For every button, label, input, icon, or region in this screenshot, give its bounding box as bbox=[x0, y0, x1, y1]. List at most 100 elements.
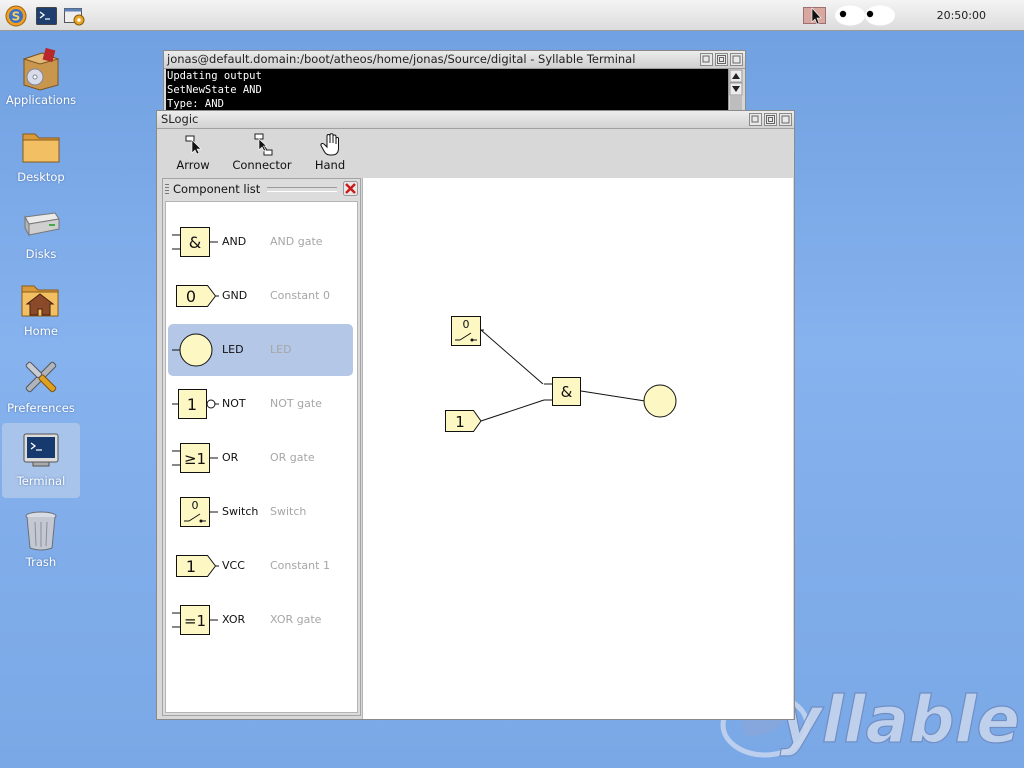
or-gate-icon: ≥1 bbox=[172, 443, 218, 473]
component-name: NOT bbox=[222, 397, 246, 410]
close-button[interactable] bbox=[730, 53, 743, 66]
desktop-icon-home[interactable]: Home bbox=[2, 273, 80, 349]
slogic-title: SLogic bbox=[161, 112, 199, 126]
component-led[interactable]: LED LED bbox=[168, 324, 353, 376]
component-or[interactable]: ≥1 OR OR gate bbox=[168, 432, 353, 484]
component-description: LED bbox=[270, 343, 292, 356]
canvas-switch-component[interactable]: 0 bbox=[451, 316, 485, 346]
desktop-icon-label: Desktop bbox=[17, 170, 65, 184]
desktop-icon-desktop[interactable]: Desktop bbox=[2, 119, 80, 195]
svg-text:&: & bbox=[561, 383, 573, 401]
svg-text:≥1: ≥1 bbox=[184, 450, 206, 468]
constant-one-icon: 1 bbox=[176, 555, 219, 577]
desktop-icon-disks[interactable]: Disks bbox=[2, 196, 80, 272]
component-description: Constant 0 bbox=[270, 289, 330, 302]
arrow-tool-button[interactable]: Arrow bbox=[173, 132, 213, 176]
desktop-icon-preferences[interactable]: Preferences bbox=[2, 350, 80, 426]
syllable-menu-icon[interactable]: S bbox=[5, 5, 27, 27]
svg-text:1: 1 bbox=[186, 557, 196, 576]
component-xor[interactable]: =1 XOR XOR gate bbox=[168, 594, 353, 646]
component-description: XOR gate bbox=[270, 613, 322, 626]
maximize-button[interactable] bbox=[715, 53, 728, 66]
applications-icon bbox=[19, 46, 63, 92]
svg-text:1: 1 bbox=[455, 413, 465, 431]
and-gate-icon: & bbox=[172, 227, 218, 257]
canvas-vcc-component[interactable]: 1 bbox=[445, 410, 482, 432]
clock: 20:50:00 bbox=[936, 9, 986, 22]
terminal-line: Updating output bbox=[167, 70, 262, 82]
slogic-titlebar[interactable]: SLogic bbox=[157, 111, 794, 129]
component-name: AND bbox=[222, 235, 247, 248]
tool-label: Hand bbox=[314, 158, 346, 172]
slogic-window[interactable]: SLogic Arrow Connector Hand Component li… bbox=[156, 110, 795, 720]
tray-app-icon[interactable] bbox=[803, 6, 827, 25]
not-gate-icon: 1 bbox=[172, 389, 219, 419]
connector-icon bbox=[250, 132, 274, 158]
component-list-header[interactable]: Component list bbox=[163, 179, 360, 199]
component-name: OR bbox=[222, 451, 239, 464]
canvas-and-gate[interactable]: & bbox=[544, 377, 581, 406]
svg-text:1: 1 bbox=[187, 395, 197, 414]
led-icon bbox=[172, 333, 213, 367]
tools-icon bbox=[19, 354, 63, 400]
xor-gate-icon: =1 bbox=[172, 605, 218, 635]
hand-tool-button[interactable]: Hand bbox=[310, 132, 350, 176]
terminal-line: Type: AND bbox=[167, 98, 224, 110]
desktop-icon-terminal[interactable]: Terminal bbox=[2, 423, 80, 498]
arrow-pointer-icon bbox=[182, 132, 204, 158]
drag-handle[interactable] bbox=[165, 184, 169, 194]
trash-icon bbox=[19, 508, 63, 554]
terminal-launcher-icon[interactable] bbox=[35, 5, 57, 27]
hand-icon bbox=[319, 132, 341, 158]
home-folder-icon bbox=[19, 277, 63, 323]
constant-zero-icon: 0 bbox=[176, 285, 219, 307]
folder-icon bbox=[19, 123, 63, 169]
switch-icon: 0 bbox=[180, 497, 218, 527]
minimize-button[interactable] bbox=[749, 113, 762, 126]
terminal-titlebar[interactable]: jonas@default.domain:/boot/atheos/home/j… bbox=[164, 51, 745, 69]
component-name: LED bbox=[222, 343, 244, 356]
component-list-title: Component list bbox=[173, 182, 261, 196]
minimize-button[interactable] bbox=[700, 53, 713, 66]
component-name: XOR bbox=[222, 613, 246, 626]
circuit-canvas[interactable]: 0 1 & bbox=[362, 178, 793, 719]
tool-label: Connector bbox=[232, 158, 292, 172]
eyes-applet-icon bbox=[834, 5, 898, 26]
canvas-led[interactable] bbox=[643, 384, 677, 418]
component-switch[interactable]: 0 Switch Switch bbox=[168, 486, 353, 538]
component-gnd[interactable]: 0 GND Constant 0 bbox=[168, 270, 353, 322]
component-vcc[interactable]: 1 VCC Constant 1 bbox=[168, 540, 353, 592]
close-button[interactable] bbox=[779, 113, 792, 126]
terminal-line: SetNewState AND bbox=[167, 84, 262, 96]
svg-text:S: S bbox=[12, 10, 21, 24]
terminal-title: jonas@default.domain:/boot/atheos/home/j… bbox=[167, 52, 636, 66]
desktop-icon-label: Disks bbox=[25, 247, 57, 261]
component-not[interactable]: 1 NOT NOT gate bbox=[168, 378, 353, 430]
desktop-icon-label: Trash bbox=[25, 555, 57, 569]
svg-text:0: 0 bbox=[186, 287, 196, 306]
component-and[interactable]: & AND AND gate bbox=[168, 216, 353, 268]
terminal-output[interactable]: Updating output SetNewState AND Type: AN… bbox=[166, 69, 728, 111]
preferences-launcher-icon[interactable] bbox=[64, 5, 86, 27]
component-description: AND gate bbox=[270, 235, 323, 248]
component-list-panel: Component list & AND AND gate 0 GND Cons… bbox=[162, 178, 361, 716]
wire[interactable] bbox=[580, 390, 646, 402]
wire[interactable] bbox=[480, 399, 545, 422]
close-panel-button[interactable] bbox=[343, 181, 358, 196]
svg-text:yllable: yllable bbox=[780, 684, 1020, 758]
desktop-icon-label: Home bbox=[24, 324, 58, 338]
component-description: OR gate bbox=[270, 451, 315, 464]
component-list[interactable]: & AND AND gate 0 GND Constant 0 LED LED … bbox=[165, 201, 358, 713]
desktop-icon-applications[interactable]: Applications bbox=[2, 42, 80, 118]
connector-tool-button[interactable]: Connector bbox=[229, 132, 295, 176]
terminal-window[interactable]: jonas@default.domain:/boot/atheos/home/j… bbox=[163, 50, 746, 112]
svg-text:=1: =1 bbox=[184, 612, 206, 630]
desktop-icon-trash[interactable]: Trash bbox=[2, 504, 80, 580]
component-description: NOT gate bbox=[270, 397, 322, 410]
wire[interactable] bbox=[480, 329, 544, 385]
maximize-button[interactable] bbox=[764, 113, 777, 126]
terminal-scrollbar[interactable] bbox=[728, 69, 743, 111]
component-description: Constant 1 bbox=[270, 559, 330, 572]
component-name: Switch bbox=[222, 505, 259, 518]
close-icon bbox=[343, 181, 358, 196]
